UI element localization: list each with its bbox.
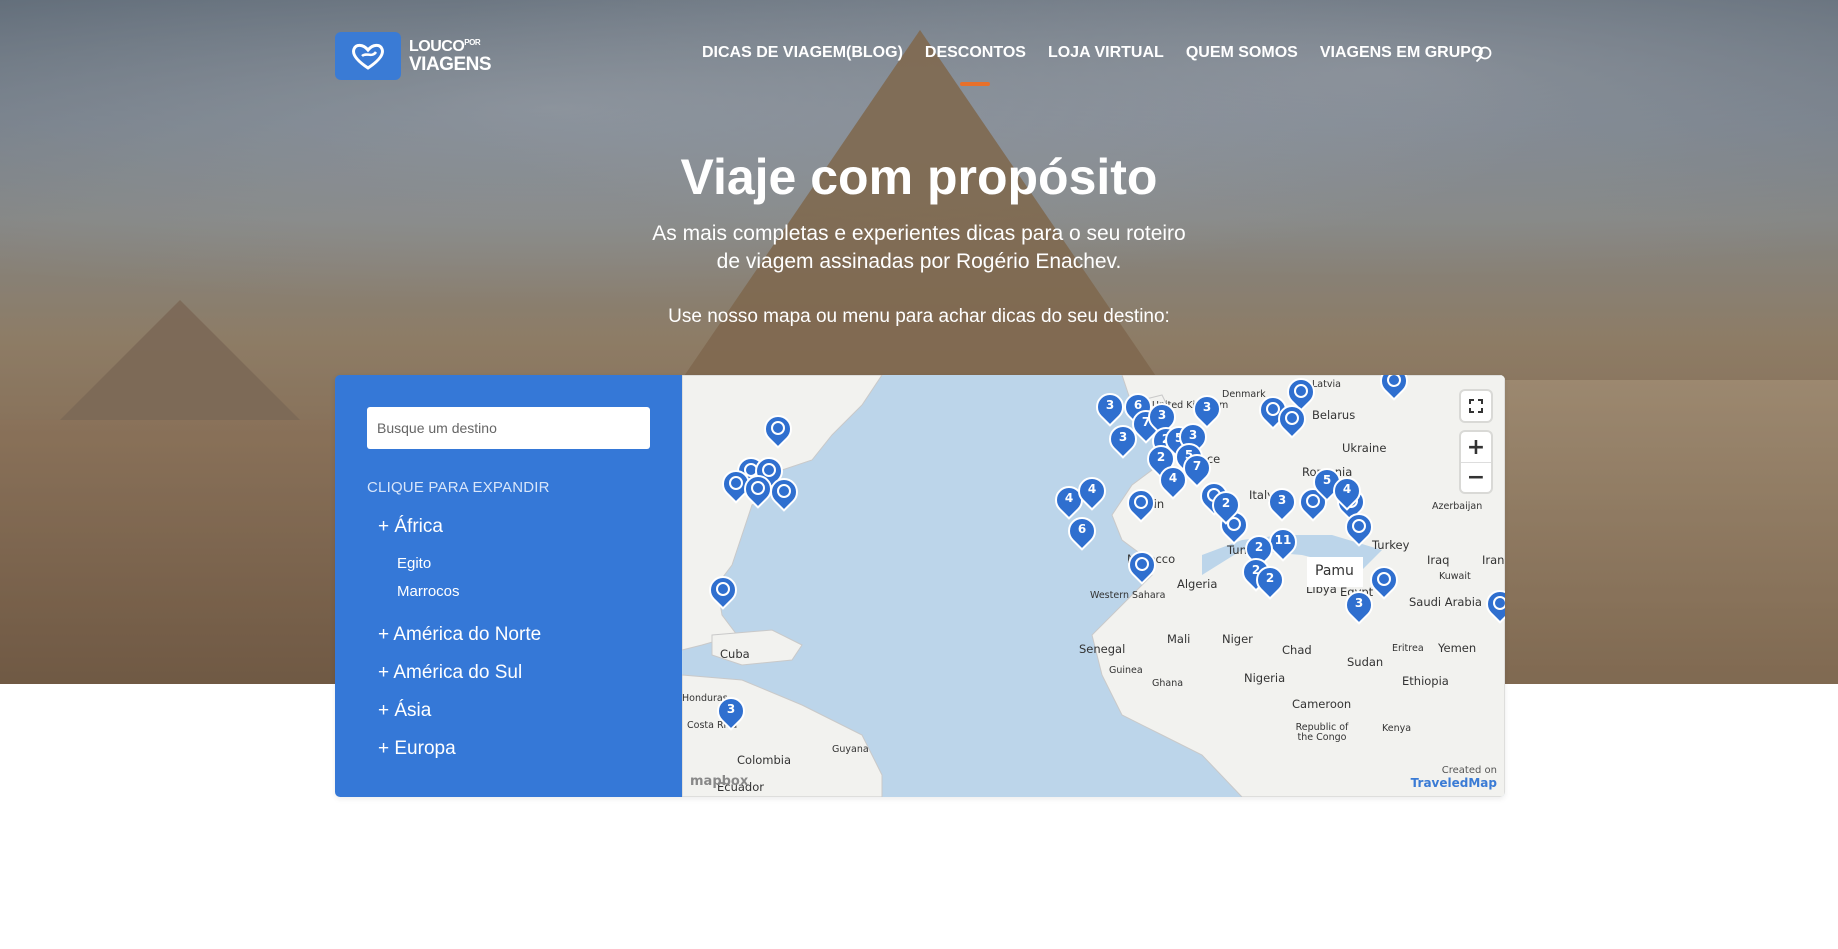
map-marker-count[interactable]: 3 — [1090, 387, 1130, 429]
map-marker-count[interactable]: 4 — [1153, 460, 1193, 502]
map-label: Belarus — [1312, 408, 1356, 422]
map-credit[interactable]: Created on TraveledMap — [1411, 765, 1497, 789]
map-label: Yemen — [1438, 641, 1477, 655]
map-label: Chad — [1282, 643, 1312, 657]
hero-title: Viaje com propósito — [680, 149, 1158, 205]
map-marker-globe[interactable] — [764, 472, 804, 514]
map-marker-globe[interactable] — [758, 409, 798, 451]
map-marker-globe[interactable] — [1364, 560, 1404, 602]
africa-sublist: Egito Marrocos — [367, 550, 650, 606]
map-marker-count[interactable]: 4 — [1072, 471, 1112, 513]
destination-panel: CLIQUE PARA EXPANDIR + África Egito Marr… — [335, 375, 1505, 797]
map-label: Iraq — [1427, 553, 1450, 567]
map-label: Algeria — [1177, 577, 1218, 591]
region-america-do-norte[interactable]: + América do Norte — [367, 624, 650, 646]
map-label: Saudi Arabia — [1409, 595, 1482, 609]
map-label: Guinea — [1109, 665, 1143, 676]
map-marker-globe[interactable] — [1480, 584, 1505, 626]
destination-sidebar: CLIQUE PARA EXPANDIR + África Egito Marr… — [335, 375, 682, 797]
region-asia[interactable]: + Ásia — [367, 700, 650, 722]
map-popup: Pamu — [1307, 557, 1363, 587]
map-marker-count[interactable]: 2 — [1250, 560, 1290, 602]
hero-cta-text: Use nosso mapa ou menu para achar dicas … — [668, 306, 1170, 327]
map-label: Western Sahara — [1090, 590, 1166, 601]
map-label: Latvia — [1312, 379, 1341, 390]
nav-item-loja-virtual[interactable]: LOJA VIRTUAL — [1048, 44, 1164, 62]
zoom-in-button[interactable]: + — [1461, 432, 1491, 462]
map-marker-globe[interactable] — [1121, 483, 1161, 525]
mapbox-logo[interactable]: mapbox — [690, 774, 748, 789]
map-marker-globe[interactable] — [1374, 375, 1414, 403]
map-marker-globe[interactable] — [703, 570, 743, 612]
hero-subtitle: As mais completas e experientes dicas pa… — [652, 222, 1186, 273]
expand-label: CLIQUE PARA EXPANDIR — [367, 479, 550, 496]
map-marker-count[interactable]: 3 — [711, 691, 751, 733]
map-label: Nigeria — [1244, 671, 1286, 685]
map-label: Ukraine — [1342, 441, 1387, 455]
destination-marrocos[interactable]: Marrocos — [397, 578, 650, 606]
map-marker-globe[interactable] — [738, 469, 778, 511]
destination-search-input[interactable] — [367, 407, 650, 449]
region-america-do-sul[interactable]: + América do Sul — [367, 662, 650, 684]
map-marker-count[interactable]: 6 — [1062, 511, 1102, 553]
map-label: Azerbaijan — [1432, 501, 1483, 512]
map-label: Colombia — [737, 753, 792, 767]
map-marker-count[interactable]: 3 — [1262, 482, 1302, 524]
map-label: Mali — [1167, 632, 1191, 646]
camera-heart-icon — [335, 32, 401, 80]
map-marker-count[interactable]: 2 — [1206, 485, 1246, 527]
zoom-controls: + − — [1461, 432, 1491, 492]
map-label: Eritrea — [1392, 643, 1424, 654]
destination-egito[interactable]: Egito — [397, 550, 650, 578]
map-label: Sudan — [1347, 655, 1384, 669]
region-europa[interactable]: + Europa — [367, 738, 650, 760]
map-marker-globe[interactable] — [1339, 507, 1379, 549]
map-label: Kuwait — [1439, 571, 1471, 582]
nav-item-viagens-em-grupo[interactable]: VIAGENS EM GRUPO — [1320, 44, 1484, 62]
main-nav: DICAS DE VIAGEM(BLOG) DESCONTOS LOJA VIR… — [702, 44, 1505, 86]
map-marker-globe[interactable] — [1272, 399, 1312, 441]
nav-item-descontos[interactable]: DESCONTOS — [925, 44, 1026, 86]
nav-item-blog[interactable]: DICAS DE VIAGEM(BLOG) — [702, 44, 903, 62]
map-marker-count[interactable]: 3 — [1339, 585, 1379, 627]
region-list: + África Egito Marrocos + América do Nor… — [367, 516, 650, 760]
map-marker-count[interactable]: 4 — [1327, 471, 1367, 513]
logo-text: LOUCOPOR VIAGENS — [409, 37, 492, 75]
map-label: Niger — [1222, 632, 1253, 646]
map-label: Kenya — [1382, 723, 1412, 734]
map-label: Guyana — [832, 744, 869, 755]
map-label: Senegal — [1079, 642, 1126, 656]
map-label: Republic of the Congo — [1295, 722, 1349, 743]
nav-item-quem-somos[interactable]: QUEM SOMOS — [1186, 44, 1298, 62]
site-logo[interactable]: LOUCOPOR VIAGENS — [335, 32, 492, 80]
map-label: Ghana — [1152, 678, 1184, 689]
destination-map[interactable]: Latvia United Kingdom Denmark Belarus Uk… — [682, 375, 1505, 797]
search-icon[interactable] — [1475, 46, 1493, 68]
map-marker-count[interactable]: 7 — [1177, 448, 1217, 490]
region-africa[interactable]: + África — [367, 516, 650, 538]
map-label: Iran — [1482, 553, 1505, 567]
map-label: Cameroon — [1292, 697, 1352, 711]
map-marker-count[interactable]: 3 — [1103, 419, 1143, 461]
zoom-out-button[interactable]: − — [1461, 462, 1491, 492]
map-label: Ethiopia — [1402, 674, 1449, 688]
fullscreen-icon[interactable] — [1461, 391, 1491, 421]
map-marker-globe[interactable] — [1122, 545, 1162, 587]
map-label: Cuba — [720, 647, 750, 661]
map-marker-count[interactable]: 3 — [1187, 389, 1227, 431]
map-label: Turkey — [1372, 538, 1410, 552]
